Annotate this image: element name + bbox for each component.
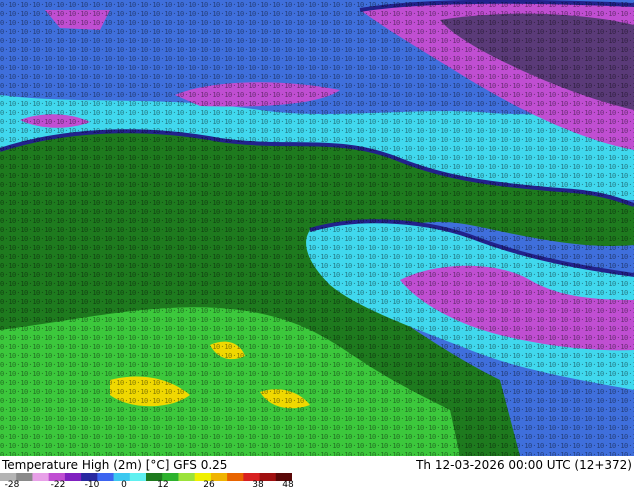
colorbar-tick: -22 [50,480,66,490]
color-scale-bar [0,473,292,481]
colorbar-segment [64,473,82,481]
colorbar-segment [97,473,115,481]
grid-value-texture [0,0,634,456]
valid-time: Th 12-03-2026 00:00 UTC (12+372) [416,458,632,472]
colorbar-tick: 26 [203,480,215,490]
map-title: Temperature High (2m) [°C] GFS 0.25 [2,458,228,472]
colorbar-tick: -10 [84,480,100,490]
colorbar-segment [178,473,196,481]
colorbar-segment [129,473,147,481]
colorbar-tick: 0 [121,480,127,490]
colorbar-tick: 48 [282,480,294,490]
legend-footer: Temperature High (2m) [°C] GFS 0.25 Th 1… [0,456,634,490]
colorbar-segment [32,473,50,481]
colorbar-tick: 12 [157,480,169,490]
colorbar-tick: -28 [4,480,20,490]
colorbar-tick: 38 [252,480,264,490]
temperature-map: 0·1 [0,0,634,456]
map-viewport: 0·1 Temperature High (2m) [°C] GFS 0.25 … [0,0,634,490]
colorbar-segment [227,473,244,481]
